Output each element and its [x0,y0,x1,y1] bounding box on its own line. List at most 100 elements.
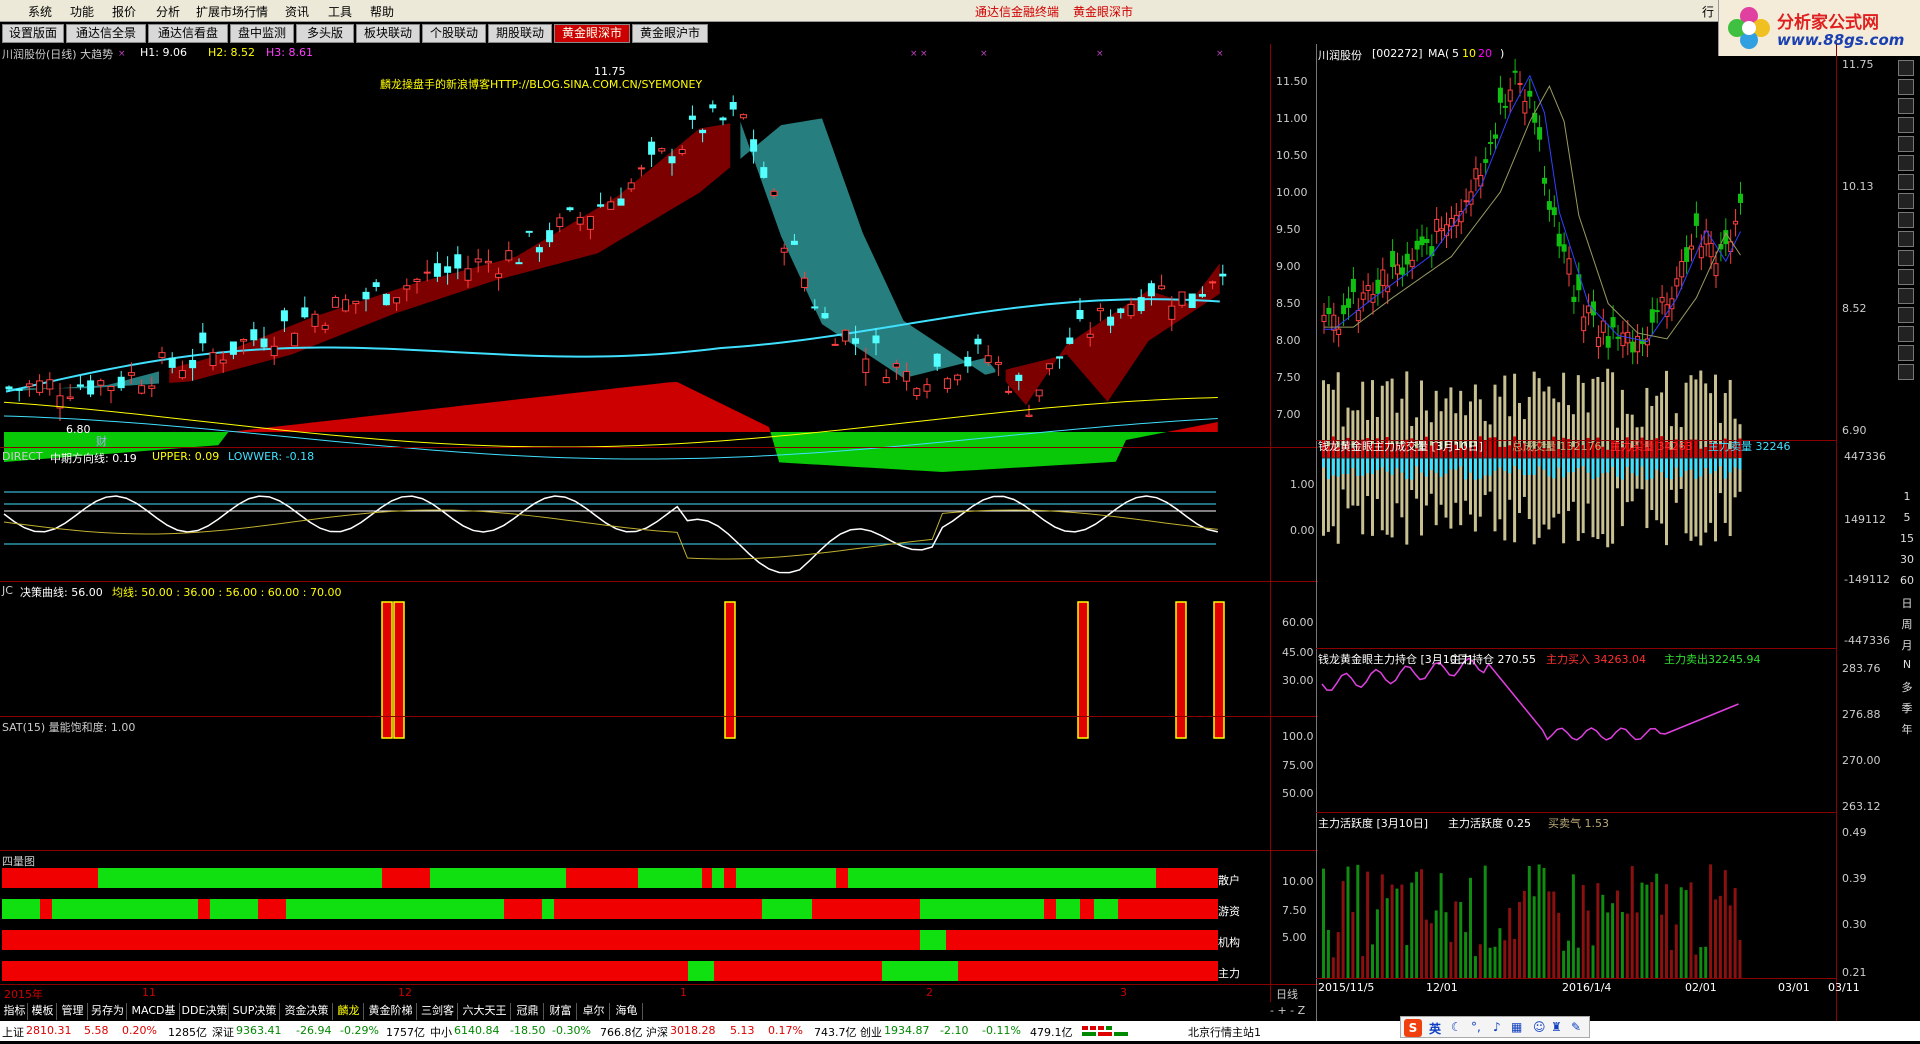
tool-icon[interactable] [1898,60,1914,76]
indicator-tab[interactable]: 管理 [58,1003,88,1020]
idx-sh-value: 2810.31 [26,1024,72,1037]
menu-info[interactable]: 资讯 [285,3,309,20]
tool-icon[interactable] [1898,307,1914,323]
candle [546,230,554,243]
idx-sz[interactable]: 深证 [212,1024,234,1040]
idx-hs-change: 5.13 [730,1024,755,1037]
indicator-tab[interactable]: 资金决策 [281,1003,333,1020]
indicator-tab[interactable]: 麟龙 [334,1003,364,1020]
idx-sh[interactable]: 上证 [2,1024,24,1040]
tool-icon[interactable] [1898,117,1914,133]
act-bar [1361,956,1365,978]
period-button[interactable]: 年 [1898,721,1916,737]
tool-icon[interactable] [1898,136,1914,152]
period-button[interactable]: 60 [1898,574,1916,587]
tab-stock-link[interactable]: 个股联动 [422,24,486,43]
layout-tabs: 设置版面 通达信全景 通达信看盘 盘中监测 多头版 板块联动 个股联动 期股联动… [0,23,1718,44]
tool-icon[interactable] [1898,212,1914,228]
indicator-tab[interactable]: 六大天王 [459,1003,511,1020]
vol-sell-bar [1669,458,1673,480]
sogou-icon[interactable]: S [1404,1019,1422,1037]
main-chart-canvas[interactable]: × × × × × × [0,44,1270,1004]
period-mode[interactable]: 日线 [1276,986,1298,1002]
act-bar [1326,929,1330,978]
menu-tools[interactable]: 工具 [328,3,352,20]
right-chart-canvas[interactable] [1318,44,1918,1044]
ime-lang[interactable]: 英 [1429,1020,1441,1037]
tab-sector[interactable]: 板块联动 [356,24,420,43]
indicator-tab[interactable]: 财富 [545,1003,577,1020]
idx-hs[interactable]: 沪深 [646,1024,668,1040]
period-button[interactable]: 月 [1898,637,1916,653]
menu-system[interactable]: 系统 [28,3,52,20]
four-segment [920,899,1044,919]
server-name[interactable]: 北京行情主站1 [1188,1024,1261,1040]
menu-ext-market[interactable]: 扩展市场行情 [196,3,268,20]
tool-icon[interactable] [1898,326,1914,342]
period-button[interactable]: 周 [1898,616,1916,632]
indicator-tab[interactable]: SUP决策 [230,1003,280,1020]
period-button[interactable]: N [1898,658,1916,671]
tab-settings[interactable]: 设置版面 [2,24,64,43]
menu-analysis[interactable]: 分析 [156,3,180,20]
indicator-tab[interactable]: DDE决策 [181,1003,229,1020]
keyboard-icon[interactable]: ▦ [1511,1020,1522,1034]
zoom-controls[interactable]: - + - Z [1270,1004,1305,1017]
tool-icon[interactable] [1898,364,1914,380]
indicator-tab[interactable]: 三剑客 [418,1003,458,1020]
act-bar [1385,898,1389,978]
indicator-tab[interactable]: 另存为 [89,1003,127,1020]
punct-icon[interactable]: °, [1471,1020,1481,1034]
mic-icon[interactable]: ♪ [1493,1020,1501,1034]
tool-icon[interactable] [1898,231,1914,247]
period-button[interactable]: 日 [1898,595,1916,611]
act-bar [1420,869,1423,978]
indicator-tab[interactable]: MACD基本 [128,1003,180,1033]
indicator-tab[interactable]: 指标 [2,1003,28,1020]
period-button[interactable]: 多 [1898,679,1916,695]
period-button[interactable]: 5 [1898,511,1916,524]
tool-icon[interactable] [1898,79,1914,95]
vol-sell-bar [1547,458,1551,477]
wrench-icon[interactable]: ✎ [1571,1020,1581,1034]
period-button[interactable]: 1 [1898,490,1916,503]
act-bar [1581,885,1585,978]
tool-icon[interactable] [1898,174,1914,190]
tab-bull[interactable]: 多头版 [296,24,354,43]
tool-icon[interactable] [1898,98,1914,114]
period-button[interactable]: 30 [1898,553,1916,566]
indicator-tab[interactable]: 模板 [29,1003,57,1020]
idx-zx[interactable]: 中小 [430,1024,452,1040]
tool-icon[interactable] [1898,193,1914,209]
tool-icon[interactable] [1898,345,1914,361]
tool-icon[interactable] [1898,155,1914,171]
tab-golden-eye-sh[interactable]: 黄金眼沪市 [632,24,708,43]
period-button[interactable]: 15 [1898,532,1916,545]
tab-watch[interactable]: 通达信看盘 [148,24,228,43]
shirt-icon[interactable]: ♜ [1551,1020,1562,1034]
act-bar [1674,924,1678,978]
act-bar [1488,947,1492,978]
tool-icon[interactable] [1898,288,1914,304]
tab-futures-link[interactable]: 期股联动 [488,24,552,43]
user-icon[interactable]: ☺ [1533,1020,1546,1034]
menu-help[interactable]: 帮助 [370,3,394,20]
tab-monitor[interactable]: 盘中监测 [230,24,294,43]
candle [250,329,258,341]
market-breadth-icon [1082,1026,1128,1036]
vol-sell-bar [1581,458,1585,467]
menu-quote[interactable]: 报价 [112,3,136,20]
tool-icon[interactable] [1898,250,1914,266]
tool-icon[interactable] [1898,269,1914,285]
candle [178,370,186,379]
indicator-tab[interactable]: 海龟 [611,1003,643,1020]
idx-cy[interactable]: 创业 [860,1024,882,1040]
tab-panorama[interactable]: 通达信全景 [66,24,146,43]
indicator-tab[interactable]: 冠鼎 [512,1003,544,1020]
indicator-tab[interactable]: 黄金阶梯 [365,1003,417,1020]
period-button[interactable]: 季 [1898,700,1916,716]
tab-golden-eye-sz[interactable]: 黄金眼深市 [554,24,630,43]
moon-icon[interactable]: ☾ [1451,1020,1462,1034]
indicator-tab[interactable]: 卓尔 [578,1003,610,1020]
menu-function[interactable]: 功能 [70,3,94,20]
